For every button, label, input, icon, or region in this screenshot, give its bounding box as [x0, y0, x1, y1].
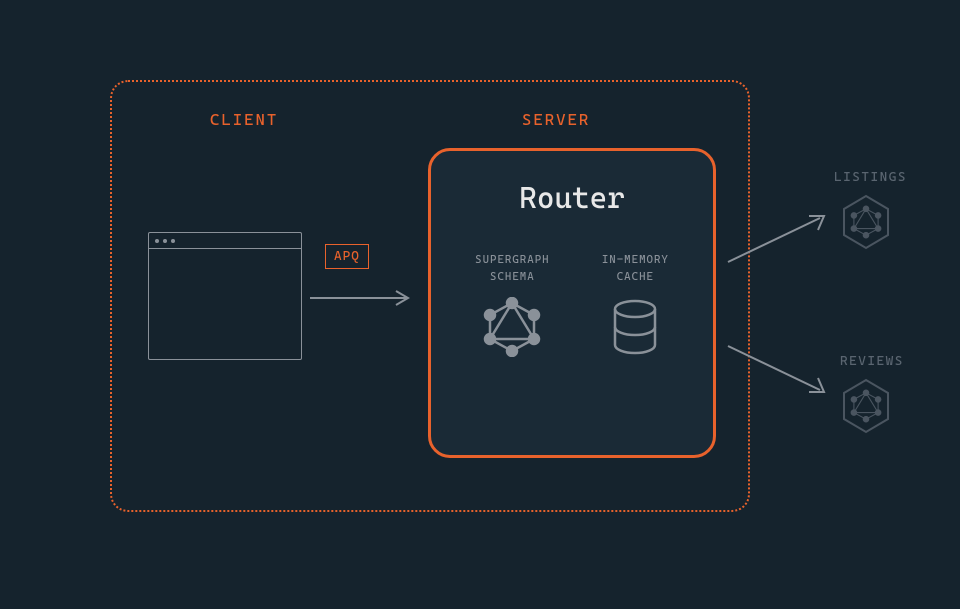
database-icon: [607, 297, 663, 357]
supergraph-schema-item: SUPERGRAPH SCHEMA: [475, 252, 549, 361]
server-router-box: Router SUPERGRAPH SCHEMA: [428, 148, 716, 458]
supergraph-label: SUPERGRAPH SCHEMA: [475, 252, 549, 285]
arrow-client-to-server: [308, 288, 418, 308]
cache-line1: IN-MEMORY: [602, 253, 669, 266]
apq-badge: APQ: [325, 244, 369, 269]
arrow-to-listings: [724, 208, 834, 268]
supergraph-line2: SCHEMA: [490, 270, 535, 283]
browser-dot-icon: [155, 239, 159, 243]
client-label: CLIENT: [210, 110, 278, 129]
listings-label: LISTINGS: [834, 170, 907, 185]
reviews-graphql-icon: [838, 376, 894, 436]
router-title: Router: [431, 181, 713, 216]
browser-window-icon: [148, 232, 302, 360]
listings-graphql-icon: [838, 192, 894, 252]
graphql-icon: [482, 297, 542, 357]
cache-line2: CACHE: [617, 270, 654, 283]
browser-dot-icon: [163, 239, 167, 243]
arrow-to-reviews: [724, 340, 834, 400]
reviews-label: REVIEWS: [840, 354, 904, 369]
cache-item: IN-MEMORY CACHE: [602, 252, 669, 361]
browser-titlebar: [149, 233, 301, 249]
browser-dot-icon: [171, 239, 175, 243]
cache-label: IN-MEMORY CACHE: [602, 252, 669, 285]
server-items-row: SUPERGRAPH SCHEMA: [431, 252, 713, 361]
server-label: SERVER: [522, 110, 590, 129]
supergraph-line1: SUPERGRAPH: [475, 253, 549, 266]
